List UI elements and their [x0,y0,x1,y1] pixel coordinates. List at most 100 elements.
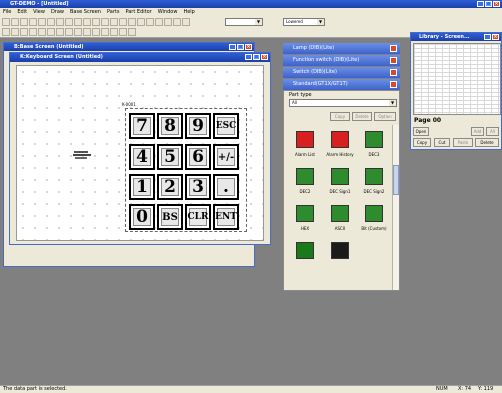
scrollbar-thumb[interactable] [393,165,399,195]
minimize-icon[interactable]: _ [229,44,236,50]
menu-edit[interactable]: Edit [17,8,27,16]
new-icon[interactable] [2,18,10,26]
tab-function-switch[interactable]: Function switch (DIB)(Lite) [283,55,400,66]
key-0[interactable]: 0 [129,204,155,230]
menu-view[interactable]: View [33,8,45,16]
close-icon[interactable]: × [245,44,252,50]
align-icon[interactable] [110,18,118,26]
menu-draw[interactable]: Draw [51,8,64,16]
front-icon[interactable] [137,18,145,26]
scale-icon[interactable] [83,28,91,36]
properties-icon[interactable] [173,18,181,26]
key-7[interactable]: 7 [129,113,155,139]
part-type-select[interactable]: All ▼ [289,99,397,107]
palette-scrollbar[interactable] [392,125,399,290]
help-icon[interactable] [182,18,190,26]
maximize-icon[interactable]: □ [237,44,244,50]
flip-icon[interactable] [164,18,172,26]
redo-icon[interactable] [74,18,82,26]
key-clr[interactable]: CLR [185,204,211,230]
delete-button[interactable]: Delete [475,138,499,147]
fill-icon[interactable] [74,28,82,36]
menu-base-screen[interactable]: Base Screen [70,8,101,16]
save-icon[interactable] [20,18,28,26]
minimize-icon[interactable]: _ [245,54,252,60]
tab-switch[interactable]: Switch (DIB)(Lite) [283,67,400,78]
maximize-icon[interactable]: □ [253,54,260,60]
open-icon[interactable] [11,18,19,26]
paste-button[interactable]: Paste [453,138,473,147]
image-icon[interactable] [92,28,100,36]
key-8[interactable]: 8 [157,113,183,139]
line-icon[interactable] [20,28,28,36]
cut-icon[interactable] [38,18,46,26]
chevron-down-icon[interactable]: ▼ [317,19,324,25]
copy-button[interactable]: Copy [413,138,431,147]
hex-icon[interactable] [296,205,314,222]
chevron-down-icon[interactable]: ▼ [255,19,262,25]
menu-part-editor[interactable]: Part Editor [125,8,151,16]
bit-custom-icon[interactable] [365,205,383,222]
close-icon[interactable] [390,57,397,64]
rotate-icon[interactable] [155,18,163,26]
circle-icon[interactable] [47,28,55,36]
numeric-icon[interactable] [119,28,127,36]
grid-icon[interactable] [101,18,109,26]
all-button[interactable]: All [486,127,499,136]
ascii-display-icon[interactable] [331,242,349,259]
alarm-list-icon[interactable] [296,131,314,148]
add-button[interactable]: Add [471,127,484,136]
copy-button[interactable]: Copy [330,112,350,121]
close-icon[interactable] [390,45,397,52]
minimize-icon[interactable]: _ [477,1,484,7]
close-icon[interactable] [390,81,397,88]
screen-select[interactable]: ▼ [225,18,263,26]
key-6[interactable]: 6 [185,144,211,170]
key-dot[interactable]: . [213,174,239,200]
rectangle-icon[interactable] [38,28,46,36]
copy-icon[interactable] [47,18,55,26]
key-ent[interactable]: ENT [213,204,239,230]
minimize-icon[interactable]: _ [484,34,491,40]
polyline-icon[interactable] [29,28,37,36]
lamp-part-icon[interactable] [296,242,314,259]
zoom-out-icon[interactable] [92,18,100,26]
key-esc[interactable]: ESC [213,113,239,139]
key-2[interactable]: 2 [157,174,183,200]
option-button[interactable]: Option [374,112,396,121]
delete-button[interactable]: Delete [352,112,372,121]
ascii-icon[interactable] [128,28,136,36]
group-icon[interactable] [119,18,127,26]
chevron-down-icon[interactable]: ▼ [389,100,396,106]
text-icon[interactable] [11,28,19,36]
key-5[interactable]: 5 [157,144,183,170]
select-icon[interactable] [2,28,10,36]
arc-icon[interactable] [56,28,64,36]
maximize-icon[interactable]: □ [485,1,492,7]
print-icon[interactable] [29,18,37,26]
zoom-select[interactable]: Lowered ▼ [283,18,325,26]
key-1[interactable]: 1 [129,174,155,200]
numeric-display-object[interactable] [73,150,91,159]
ungroup-icon[interactable] [128,18,136,26]
undo-icon[interactable] [65,18,73,26]
open-button[interactable]: Open [413,127,429,136]
key-bs[interactable]: BS [157,204,183,230]
dec2-icon[interactable] [296,168,314,185]
key-9[interactable]: 9 [185,113,211,139]
key-plus-minus[interactable]: +/- [213,144,239,170]
dec3-icon[interactable] [365,131,383,148]
close-icon[interactable]: × [492,34,499,40]
menu-file[interactable]: File [3,8,11,16]
close-icon[interactable] [390,69,397,76]
key-4[interactable]: 4 [129,144,155,170]
switch-icon[interactable] [101,28,109,36]
library-preview-grid[interactable] [413,43,501,115]
paste-icon[interactable] [56,18,64,26]
key-3[interactable]: 3 [185,174,211,200]
close-icon[interactable]: × [261,54,268,60]
menu-parts[interactable]: Parts [107,8,119,16]
lamp-icon[interactable] [110,28,118,36]
back-icon[interactable] [146,18,154,26]
alarm-history-icon[interactable] [331,131,349,148]
